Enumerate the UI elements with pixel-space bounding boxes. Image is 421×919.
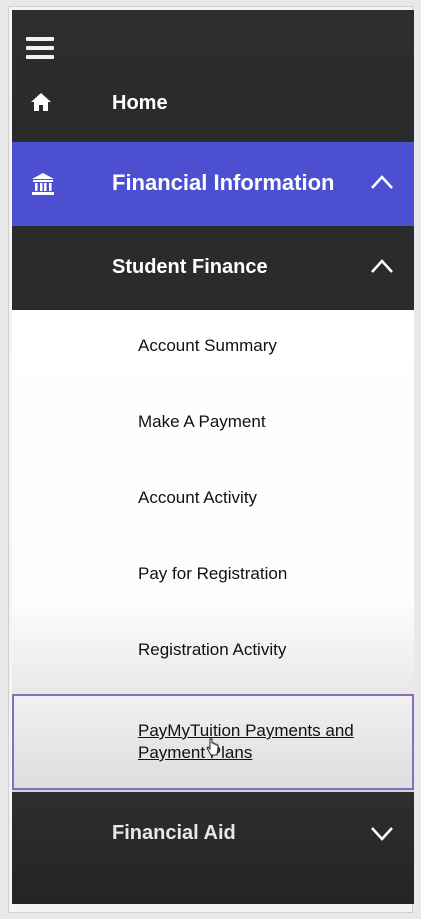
submenu-item-label: Registration Activity xyxy=(138,640,287,659)
hamburger-menu-icon[interactable] xyxy=(26,37,54,59)
nav-item-financial-information[interactable]: Financial Information xyxy=(12,142,414,226)
submenu-item-make-a-payment[interactable]: Make A Payment xyxy=(12,386,414,462)
submenu-item-account-summary[interactable]: Account Summary xyxy=(12,310,414,386)
nav-item-financial-aid-label: Financial Aid xyxy=(112,822,236,844)
chevron-down-icon[interactable] xyxy=(370,826,394,842)
chevron-up-icon[interactable] xyxy=(370,258,394,274)
nav-item-student-finance-label: Student Finance xyxy=(112,256,268,278)
submenu-item-account-activity[interactable]: Account Activity xyxy=(12,462,414,538)
submenu-item-label: Account Summary xyxy=(138,336,277,355)
submenu-item-label: Make A Payment xyxy=(138,412,266,431)
submenu-item-registration-activity[interactable]: Registration Activity xyxy=(12,614,414,690)
nav-item-financial-information-label: Financial Information xyxy=(112,170,335,195)
home-icon xyxy=(31,93,51,111)
student-finance-submenu: Account Summary Make A Payment Account A… xyxy=(12,310,414,792)
hand-pointer-icon xyxy=(206,738,219,756)
chevron-up-icon[interactable] xyxy=(370,174,394,190)
submenu-item-pay-for-registration[interactable]: Pay for Registration xyxy=(12,538,414,614)
nav-item-home[interactable]: Home xyxy=(12,77,414,137)
bank-icon xyxy=(32,173,54,195)
nav-header: Home xyxy=(12,10,414,140)
submenu-item-label: Pay for Registration xyxy=(138,564,288,583)
nav-item-student-finance[interactable]: Student Finance xyxy=(12,226,414,310)
nav-item-home-label: Home xyxy=(112,92,168,114)
side-navigation: Home Financial Information Student Finan… xyxy=(12,10,414,904)
submenu-item-label: Account Activity xyxy=(138,488,258,507)
submenu-item-paymytuition[interactable]: PayMyTuition Payments and Payment Plans xyxy=(12,694,414,790)
submenu-item-link[interactable]: PayMyTuition Payments and Payment Plans xyxy=(138,720,388,764)
nav-item-financial-aid[interactable]: Financial Aid xyxy=(12,792,414,904)
